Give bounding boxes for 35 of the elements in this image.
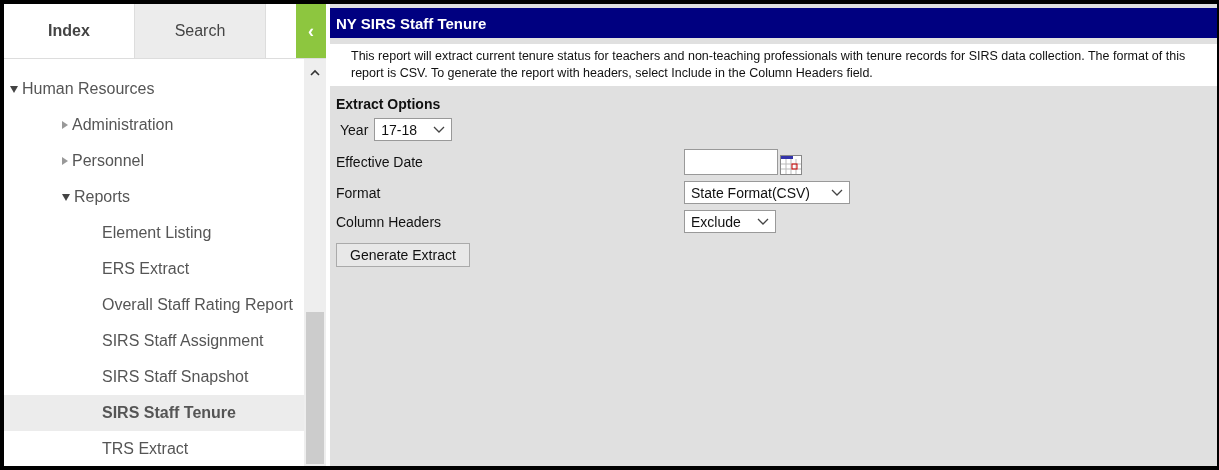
tree-item[interactable]: ERS Extract bbox=[4, 251, 304, 287]
dropdown[interactable]: State Format(CSV) bbox=[684, 181, 850, 204]
tree-item[interactable]: Reports bbox=[4, 179, 304, 215]
page-title: NY SIRS Staff Tenure bbox=[330, 8, 1217, 38]
report-description: This report will extract current tenure status for teachers and non-teaching professionals with tenure records for SIRS data collection. The format of this report is CSV. To generate the report with headers, select Include in the Column Headers field. bbox=[330, 44, 1217, 86]
caret-right-icon[interactable] bbox=[62, 121, 68, 129]
chevron-down-icon bbox=[433, 125, 446, 134]
tree-item[interactable]: Human Resources bbox=[4, 71, 304, 107]
generate-extract-button[interactable]: Generate Extract bbox=[336, 243, 470, 267]
chevron-down-icon bbox=[831, 188, 843, 197]
tree-item[interactable]: Administration bbox=[4, 107, 304, 143]
sidebar-tab[interactable]: Search bbox=[135, 4, 266, 58]
date-field[interactable] bbox=[684, 149, 778, 175]
tree-item[interactable]: Personnel bbox=[4, 143, 304, 179]
tree-item[interactable]: TRS Extract bbox=[4, 431, 304, 467]
section-title: Extract Options bbox=[336, 96, 442, 112]
calendar-icon[interactable] bbox=[780, 155, 802, 175]
chevron-down-icon bbox=[757, 217, 769, 226]
scrollbar[interactable] bbox=[304, 59, 326, 466]
tree-item[interactable]: Overall Staff Rating Report bbox=[4, 287, 304, 323]
field-label: Column Headers bbox=[336, 213, 443, 230]
scrollbar-thumb[interactable] bbox=[306, 312, 324, 464]
field-label: Format bbox=[336, 184, 382, 201]
caret-down-icon[interactable] bbox=[10, 85, 18, 93]
year-label: Year bbox=[340, 121, 369, 138]
tree-item[interactable]: Element Listing bbox=[4, 215, 304, 251]
year-select[interactable]: 17-18 bbox=[374, 118, 453, 141]
tree-item[interactable]: SIRS Staff Assignment bbox=[4, 323, 304, 359]
caret-right-icon[interactable] bbox=[62, 157, 68, 165]
dropdown[interactable]: Exclude bbox=[684, 210, 776, 233]
scroll-up-icon[interactable] bbox=[310, 69, 320, 76]
tree-item[interactable]: SIRS Staff Snapshot bbox=[4, 359, 304, 395]
caret-down-icon[interactable] bbox=[62, 193, 70, 201]
field-label: Effective Date bbox=[336, 154, 424, 170]
tree-item[interactable]: SIRS Staff Tenure bbox=[4, 395, 304, 431]
